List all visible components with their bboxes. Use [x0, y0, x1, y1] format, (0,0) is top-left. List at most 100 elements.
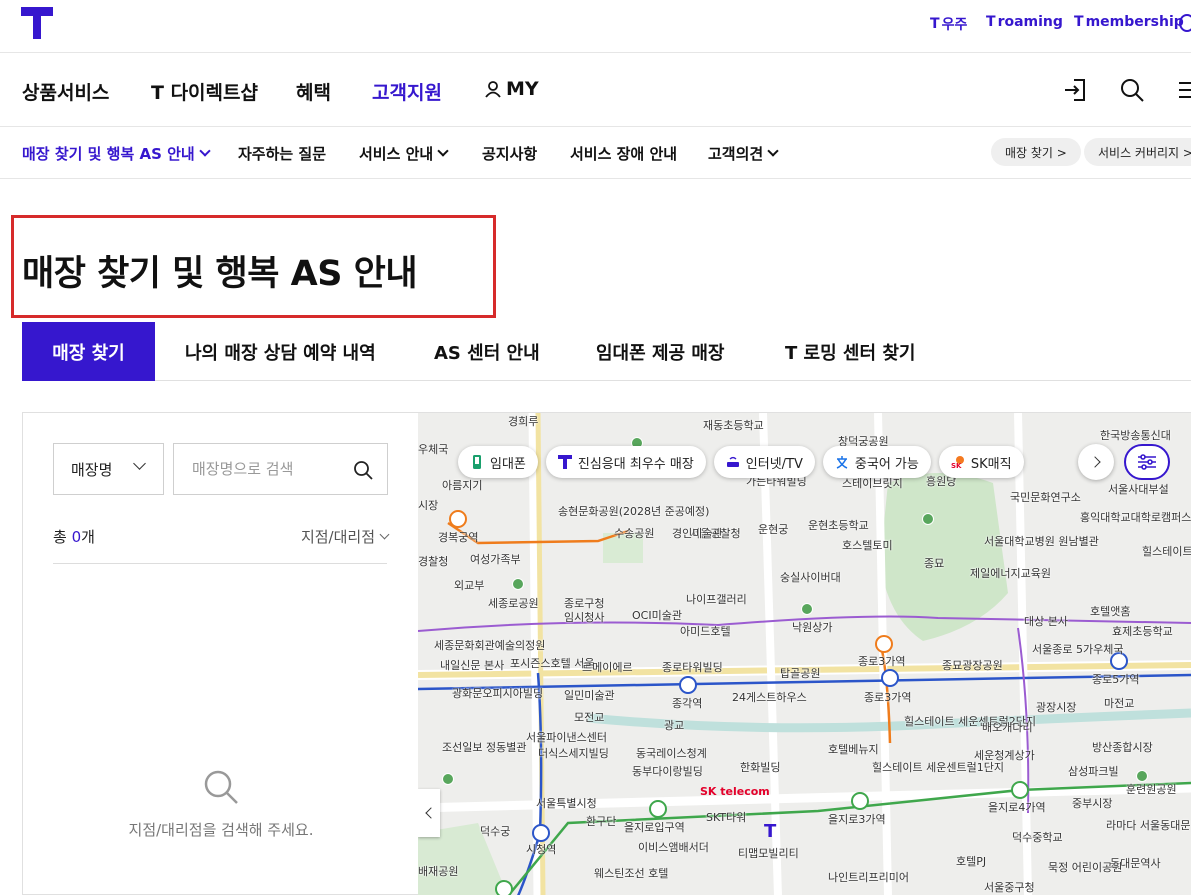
- nav-item-direct-shop[interactable]: T 다이렉트샵: [151, 78, 258, 105]
- map-label: 대상 본사: [1024, 615, 1068, 628]
- map-label: 광화문오피시아빌딩: [452, 687, 544, 700]
- map-label: 모전교: [574, 711, 605, 724]
- sliders-icon: [1138, 454, 1156, 470]
- login-icon[interactable]: [1062, 77, 1088, 103]
- subnav-label: 공지사항: [482, 145, 538, 163]
- empty-message: 지점/대리점을 검색해 주세요.: [128, 821, 314, 839]
- nav-item-support[interactable]: 고객지원: [372, 78, 442, 105]
- tab-my-reservations[interactable]: 나의 매장 상담 예약 내역: [185, 322, 376, 381]
- subnav-label: 매장 찾기 및 행복 AS 안내: [22, 145, 195, 163]
- map-label: 중부시장: [1072, 797, 1113, 810]
- map-filter-button[interactable]: [1124, 444, 1170, 480]
- map-label: 더식스세지빌딩: [538, 747, 609, 760]
- chip-sk-magic[interactable]: SK SK매직: [938, 446, 1024, 478]
- map-label: 종로3가역: [858, 655, 906, 668]
- pill-store-finder[interactable]: 매장 찾기 >: [991, 138, 1081, 166]
- map-label: 경복궁역: [438, 531, 479, 544]
- t-mark-icon: T: [1074, 14, 1084, 30]
- sk-logo-icon: SK: [951, 456, 964, 469]
- chip-label: 임대폰: [490, 456, 526, 472]
- map-label: 을지로입구역: [624, 821, 685, 834]
- map-label: 운현궁: [758, 523, 789, 536]
- tab-as-center[interactable]: AS 센터 안내: [434, 322, 540, 381]
- globe-icon[interactable]: [1179, 14, 1191, 32]
- nav-item-my[interactable]: MY: [484, 78, 539, 100]
- map-label: 배오개다리: [982, 721, 1033, 734]
- search-panel: 매장명 총 0개 지점/대리점 지점/대리점을 검색해 주세요.: [22, 412, 418, 895]
- util-link-label: membership: [1085, 14, 1184, 30]
- menu-icon[interactable]: [1176, 77, 1191, 103]
- router-icon: [726, 456, 739, 467]
- map-label: 광교: [664, 719, 685, 732]
- chips-next-button[interactable]: [1078, 444, 1114, 480]
- poi-marker: [442, 773, 454, 785]
- map-label: 서울대학교병원 원남별관: [984, 535, 1099, 548]
- chip-chinese[interactable]: 중국어 가능: [822, 446, 931, 478]
- util-link-universe[interactable]: T 우주: [930, 14, 967, 34]
- phone-icon: [473, 455, 481, 469]
- map-label: 훈련원공원: [1126, 783, 1177, 796]
- pill-coverage[interactable]: 서비스 커버리지 >: [1084, 138, 1191, 166]
- subnav-notice[interactable]: 공지사항: [482, 143, 537, 164]
- count-prefix: 총: [53, 528, 67, 546]
- chip-label: 중국어 가능: [854, 456, 919, 472]
- nav-item-products[interactable]: 상품서비스: [22, 78, 109, 105]
- chevron-down-icon: [767, 145, 779, 157]
- store-map[interactable]: 경희루 재동초등학교 창덕궁공원 한국방송통신대 우체국 아름지기 가든타워빌딩 스테이브릿지…: [418, 412, 1191, 895]
- search-icon[interactable]: [353, 460, 373, 480]
- user-icon: [485, 81, 501, 98]
- poi-marker: [801, 603, 813, 615]
- main-nav: 상품서비스 T 다이렉트샵 혜택 고객지원 MY: [0, 53, 1191, 127]
- subnav-label: 서비스 안내: [359, 145, 434, 163]
- subnav-faq[interactable]: 자주하는 질문: [238, 143, 326, 164]
- t-store-marker-icon[interactable]: T: [764, 821, 776, 842]
- tab-roaming-center[interactable]: T 로밍 센터 찾기: [785, 322, 915, 381]
- chip-internet-tv[interactable]: 인터넷/TV: [713, 446, 815, 478]
- map-label: 낙원상가: [792, 621, 833, 634]
- chip-rental-phone[interactable]: 임대폰: [458, 446, 538, 478]
- util-link-membership[interactable]: T membership: [1074, 14, 1184, 30]
- search-type-select[interactable]: 매장명: [53, 443, 164, 495]
- search-input[interactable]: [174, 444, 344, 494]
- tab-rental-phone[interactable]: 임대폰 제공 매장: [596, 322, 724, 381]
- map-label: 재동초등학교: [703, 419, 764, 432]
- tab-store-finder[interactable]: 매장 찾기: [22, 322, 155, 381]
- util-link-roaming[interactable]: T roaming: [986, 14, 1063, 30]
- subnav-service-guide[interactable]: 서비스 안내: [359, 143, 449, 164]
- map-label: 웨스틴조선 호텔: [594, 867, 669, 880]
- chip-best-service[interactable]: 진심응대 최우수 매장: [545, 446, 706, 478]
- util-link-label: 우주: [941, 17, 968, 33]
- store-type-label: 지점/대리점: [300, 528, 375, 546]
- t-mark-icon: T: [930, 16, 940, 32]
- map-label: 호텔베뉴지: [828, 743, 879, 756]
- search-icon[interactable]: [1119, 77, 1145, 103]
- subnav-label: 자주하는 질문: [238, 145, 327, 163]
- chevron-down-icon: [437, 145, 449, 157]
- divider: [53, 563, 387, 564]
- panel-collapse-button[interactable]: [418, 789, 440, 837]
- utility-bar: T 우주 T roaming T membership: [0, 0, 1191, 53]
- map-label: 종각역: [672, 697, 703, 710]
- map-label: 운현초등학교: [808, 519, 869, 532]
- t-mark-icon: T: [986, 14, 996, 30]
- map-label: 한국방송통신대: [1100, 429, 1171, 442]
- chevron-down-icon: [379, 529, 390, 539]
- map-label: 경희루: [508, 415, 539, 428]
- store-type-filter[interactable]: 지점/대리점: [300, 526, 390, 547]
- map-label: 경찰청: [418, 555, 449, 568]
- subnav-feedback[interactable]: 고객의견: [708, 143, 779, 164]
- subnav-outage[interactable]: 서비스 장애 안내: [570, 143, 677, 164]
- chevron-down-icon: [133, 457, 146, 470]
- map-label: 서울특별시청: [536, 797, 597, 810]
- map-label: 시청역: [526, 843, 557, 856]
- count-value: 0: [71, 528, 82, 546]
- map-label: 을지로3가역: [828, 813, 886, 826]
- nav-item-benefits[interactable]: 혜택: [296, 78, 331, 105]
- t-logo[interactable]: [21, 7, 53, 39]
- map-filter-chips: 임대폰 진심응대 최우수 매장 인터넷/TV 중국어 가능 SK SK매직: [458, 446, 1024, 478]
- map-label: 내일신문 본사: [440, 659, 505, 672]
- map-label: 동국레이스청계: [636, 747, 707, 760]
- map-label: 호텔PJ: [956, 855, 987, 868]
- page-title: 매장 찾기 및 행복 AS 안내: [22, 254, 418, 294]
- subnav-store-finder[interactable]: 매장 찾기 및 행복 AS 안내: [22, 143, 211, 164]
